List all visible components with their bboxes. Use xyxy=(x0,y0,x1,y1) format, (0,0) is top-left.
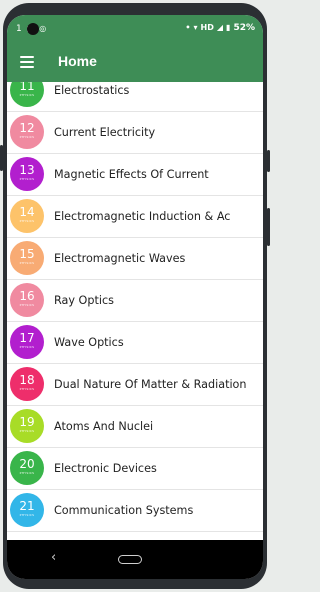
chapter-number: 12 xyxy=(19,121,35,135)
home-icon[interactable] xyxy=(118,555,142,564)
side-button xyxy=(267,208,270,246)
chapter-subject: PHYSICS xyxy=(19,387,35,391)
chapter-label: Dual Nature Of Matter & Radiation xyxy=(54,377,247,391)
chapter-label: Electrostatics xyxy=(54,83,130,97)
chapter-number: 16 xyxy=(19,289,35,303)
chapter-subject: PHYSICS xyxy=(19,303,35,307)
chapter-number: 17 xyxy=(19,331,35,345)
chapter-subject: PHYSICS xyxy=(19,177,35,181)
chapter-item[interactable]: 16 PHYSICS Ray Optics xyxy=(7,279,263,322)
chapter-badge: 21 PHYSICS xyxy=(10,493,44,527)
chapter-item[interactable]: 13 PHYSICS Magnetic Effects Of Current xyxy=(7,153,263,196)
chapter-number: 15 xyxy=(19,247,35,261)
chapter-item[interactable]: 20 PHYSICS Electronic Devices xyxy=(7,447,263,490)
chapter-item[interactable]: 12 PHYSICS Current Electricity xyxy=(7,111,263,154)
chapter-badge: 19 PHYSICS xyxy=(10,409,44,443)
wifi-icon: ▾ xyxy=(193,23,198,32)
battery-percent: 52% xyxy=(233,23,255,33)
chapter-subject: PHYSICS xyxy=(19,471,35,475)
chapter-item[interactable]: 19 PHYSICS Atoms And Nuclei xyxy=(7,405,263,448)
notification-icon-2: ◎ xyxy=(39,24,47,33)
chapter-badge: 14 PHYSICS xyxy=(10,199,44,233)
chapter-badge: 20 PHYSICS xyxy=(10,451,44,485)
chapter-label: Atoms And Nuclei xyxy=(54,419,154,433)
chapter-badge: 12 PHYSICS xyxy=(10,115,44,149)
chapter-subject: PHYSICS xyxy=(19,93,35,97)
chapter-subject: PHYSICS xyxy=(19,261,35,265)
chapter-label: Magnetic Effects Of Current xyxy=(54,167,209,181)
chapter-subject: PHYSICS xyxy=(19,135,35,139)
chapter-label: Communication Systems xyxy=(54,503,194,517)
chapter-badge: 15 PHYSICS xyxy=(10,241,44,275)
chapter-number: 13 xyxy=(19,163,35,177)
status-time: 1 xyxy=(16,24,22,34)
chapter-label: Electromagnetic Induction & Ac xyxy=(54,209,231,223)
chapter-subject: PHYSICS xyxy=(19,219,35,223)
chapter-number: 14 xyxy=(19,205,35,219)
screen: 1 ▣ ◎ • ▾ HD ◢ ▮ 52% Home 11PHYSICSElect… xyxy=(7,15,263,579)
chapter-badge: 11 PHYSICS xyxy=(10,82,44,107)
chapter-item[interactable]: 14 PHYSICS Electromagnetic Induction & Ac xyxy=(7,195,263,238)
network-label: HD xyxy=(200,23,214,32)
chapter-label: Current Electricity xyxy=(54,125,156,139)
chapter-badge: 18 PHYSICS xyxy=(10,367,44,401)
dot-icon: • xyxy=(185,23,191,32)
chapter-badge: 16 PHYSICS xyxy=(10,283,44,317)
chapter-subject: PHYSICS xyxy=(19,345,35,349)
back-icon[interactable]: ‹ xyxy=(51,550,56,565)
chapter-list: 11 PHYSICS Electrostatics 12 PHYSICS Current … xyxy=(7,82,263,540)
chapter-subject: PHYSICS xyxy=(19,429,35,433)
chapter-number: 18 xyxy=(19,373,35,387)
front-camera xyxy=(27,23,39,35)
battery-icon: ▮ xyxy=(226,23,231,32)
chapter-item[interactable]: 21 PHYSICS Communication Systems xyxy=(7,489,263,532)
chapter-label: Ray Optics xyxy=(54,293,114,307)
chapter-number: 20 xyxy=(19,457,35,471)
chapter-badge: 13 PHYSICS xyxy=(10,157,44,191)
navigation-bar: ‹ xyxy=(7,540,263,579)
chapter-subject: PHYSICS xyxy=(19,513,35,517)
status-bar: 1 ▣ ◎ • ▾ HD ◢ ▮ 52% xyxy=(7,15,263,43)
chapter-number: 19 xyxy=(19,415,35,429)
chapter-number: 11 xyxy=(19,82,35,93)
chapter-label: Electromagnetic Waves xyxy=(54,251,186,265)
volume-button xyxy=(0,145,3,171)
chapter-item[interactable]: 15 PHYSICS Electromagnetic Waves xyxy=(7,237,263,280)
signal-icon: ◢ xyxy=(216,23,224,32)
page-title: Home xyxy=(58,53,97,69)
chapter-item[interactable]: 11 PHYSICS Electrostatics xyxy=(7,82,263,112)
chapter-label: Electronic Devices xyxy=(54,461,157,475)
chapter-label: Wave Optics xyxy=(54,335,124,349)
app-bar: Home xyxy=(7,43,263,82)
power-button xyxy=(267,150,270,172)
chapter-number: 21 xyxy=(19,499,35,513)
chapter-item[interactable]: 17 PHYSICS Wave Optics xyxy=(7,321,263,364)
chapter-item[interactable]: 18 PHYSICS Dual Nature Of Matter & Radiati… xyxy=(7,363,263,406)
chapter-badge: 17 PHYSICS xyxy=(10,325,44,359)
menu-icon[interactable] xyxy=(20,56,34,68)
